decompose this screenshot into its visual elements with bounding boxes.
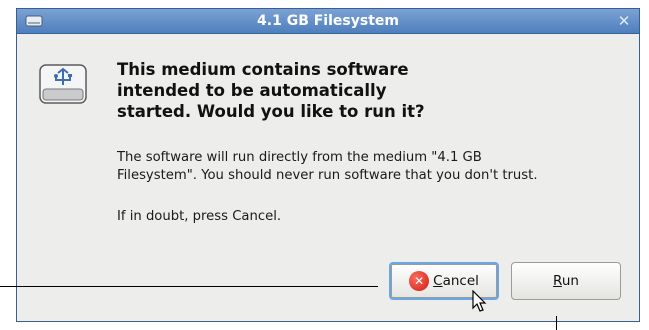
run-label: Run bbox=[553, 273, 579, 289]
annotation-line bbox=[0, 286, 378, 287]
usb-drive-icon bbox=[25, 15, 43, 27]
window-title: 4.1 GB Filesystem bbox=[257, 13, 399, 29]
body-line: Filesystem". You should never run softwa… bbox=[117, 168, 538, 183]
dialog-heading: This medium contains software intended t… bbox=[117, 59, 537, 122]
dialog-hint: If in doubt, press Cancel. bbox=[117, 209, 282, 224]
heading-line: started. Would you like to run it? bbox=[117, 102, 425, 121]
close-icon: ✕ bbox=[617, 12, 631, 30]
autorun-dialog: 4.1 GB Filesystem ✕ This medium contains… bbox=[16, 8, 640, 322]
usb-drive-icon bbox=[39, 64, 87, 104]
cancel-icon: ✕ bbox=[409, 271, 430, 291]
heading-line: This medium contains software bbox=[117, 60, 409, 79]
title-bar[interactable]: 4.1 GB Filesystem ✕ bbox=[17, 9, 639, 34]
heading-line: intended to be automatically bbox=[117, 81, 387, 100]
cancel-label: Cancel bbox=[433, 273, 479, 289]
body-line: The software will run directly from the … bbox=[117, 150, 482, 165]
close-button[interactable]: ✕ bbox=[615, 12, 633, 30]
mouse-pointer-icon bbox=[472, 290, 487, 312]
run-button[interactable]: Run bbox=[511, 262, 621, 300]
annotation-line bbox=[556, 316, 557, 330]
dialog-body: The software will run directly from the … bbox=[117, 149, 632, 185]
